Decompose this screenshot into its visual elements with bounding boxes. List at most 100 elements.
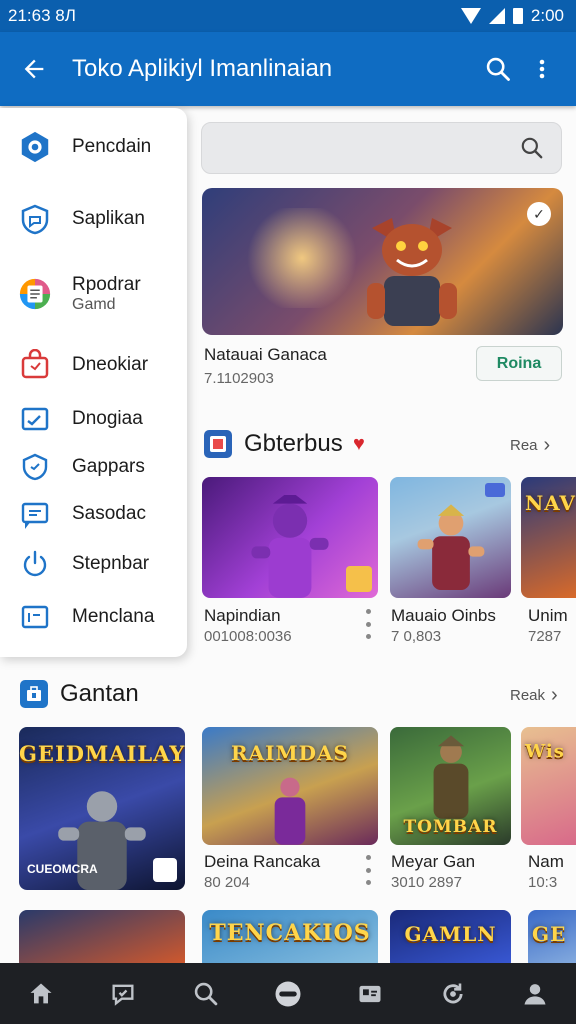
drawer-item-label: Saplikan <box>72 208 145 230</box>
game-card-image[interactable]: RAIMDAS <box>202 727 378 845</box>
drawer-item-pencdain[interactable]: Pencdain <box>0 130 187 164</box>
game-card-subtitle: 3010 2897 <box>391 874 462 891</box>
chevron-right-icon: › <box>543 434 551 456</box>
signal-icon <box>488 8 505 24</box>
app-title: Toko Aplikiyl Imanlinaian <box>72 55 333 82</box>
search-icon <box>194 982 218 1005</box>
nav-home-button[interactable] <box>19 972 63 1016</box>
nav-updates-button[interactable] <box>431 972 475 1016</box>
drawer-item-sasodac[interactable]: Sasodac <box>0 497 187 531</box>
game-card-image[interactable] <box>202 477 378 598</box>
game-card-subtitle: 7 0,803 <box>391 628 442 645</box>
shield-outline-icon <box>18 450 52 484</box>
chat-icon <box>112 984 134 1006</box>
chevron-right-icon: › <box>551 684 558 706</box>
wifi-icon <box>460 8 481 24</box>
game-card-image[interactable]: TOMBAR <box>390 727 511 845</box>
more-vertical-icon[interactable] <box>365 855 371 885</box>
section-more-link[interactable]: Reak › <box>510 684 558 707</box>
nav-profile-button[interactable] <box>513 972 557 1016</box>
status-time-right: 2:00 <box>530 6 564 25</box>
section-games-icon <box>204 430 232 458</box>
game-badge-icon <box>153 858 177 882</box>
search-icon <box>521 137 543 159</box>
more-vertical-icon[interactable] <box>365 609 371 639</box>
goblin-character-image <box>367 218 457 326</box>
wave-box-icon <box>18 402 52 436</box>
drawer-item-label: Rpodrar Gamd <box>72 274 141 314</box>
featured-subtitle: 7.1102903 <box>204 370 274 387</box>
game-card-title: Nam <box>528 852 564 871</box>
game-card-subtitle: 7287 <box>528 628 562 645</box>
nav-search-button[interactable] <box>184 972 228 1016</box>
search-icon <box>486 57 510 81</box>
camera-badge-icon <box>485 483 505 497</box>
colorful-doc-icon <box>18 277 52 311</box>
game-card-subtitle: 001008:0036 <box>204 628 292 645</box>
drawer-item-label: Sasodac <box>72 503 146 525</box>
drawer-item-label: Gappars <box>72 456 145 478</box>
drawer-item-label: Dnogiaa <box>72 408 143 430</box>
heart-icon: ♥ <box>353 433 365 455</box>
game-card-title: Mauaio Oinbs <box>391 606 496 625</box>
game-card-caption: CUEOMCRA <box>27 862 98 876</box>
tag-box-icon <box>18 600 52 634</box>
battery-icon <box>512 8 523 24</box>
shield-chat-icon <box>18 202 52 236</box>
drawer-item-label: Pencdain <box>72 136 152 158</box>
bottom-navigation <box>0 963 576 1024</box>
hexagon-icon <box>18 130 52 164</box>
arrow-left-icon <box>24 59 44 79</box>
nav-library-button[interactable] <box>348 972 392 1016</box>
section-bag-icon <box>20 680 48 708</box>
game-card-title: Unim <box>528 606 568 625</box>
game-card-image[interactable]: NAV <box>521 477 576 598</box>
drawer-item-stepnbar[interactable]: Stepnbar <box>0 547 187 581</box>
game-card-image[interactable] <box>19 910 185 970</box>
drawer-item-title: Rpodrar <box>72 274 141 295</box>
drawer-item-dneokiar[interactable]: Dneokiar <box>0 348 187 382</box>
drawer-item-rpodrar[interactable]: Rpodrar Gamd <box>0 274 187 314</box>
message-box-icon <box>18 497 52 531</box>
app-bar: Toko Aplikiyl Imanlinaian <box>0 32 576 106</box>
section-more-label: Reak <box>510 687 546 704</box>
game-card-image[interactable]: GAMLN <box>390 910 511 970</box>
nav-chat-button[interactable] <box>101 972 145 1016</box>
drawer-item-label: Stepnbar <box>72 553 150 575</box>
game-card-image[interactable]: GE <box>528 910 576 970</box>
status-time-left: 21:63 8Л <box>8 6 76 25</box>
drawer-item-label: Dneokiar <box>72 354 149 376</box>
library-icon <box>359 985 381 1002</box>
drawer-item-dnogiaa[interactable]: Dnogiaa <box>0 402 187 436</box>
section-title: Gbterbus <box>244 430 343 457</box>
check-badge-icon: ✓ <box>527 202 551 226</box>
game-card-subtitle: 10:3 <box>528 874 558 891</box>
status-icons: 2:00 <box>460 6 564 26</box>
section-more-label: Rea <box>510 437 538 454</box>
more-vertical-icon <box>539 59 545 79</box>
game-card-image[interactable]: Wis <box>521 727 576 845</box>
gamepad-icon <box>275 981 301 1006</box>
drawer-item-gappars[interactable]: Gappars <box>0 450 187 484</box>
section-title: Gantan <box>60 680 139 707</box>
drawer-item-saplikan[interactable]: Saplikan <box>0 202 187 236</box>
section-more-link[interactable]: Rea › <box>510 434 550 457</box>
featured-title: Natauai Ganaca <box>204 345 327 364</box>
overflow-menu-button[interactable] <box>520 47 564 91</box>
drawer-item-menclana[interactable]: Menclana <box>0 600 187 634</box>
game-card-image[interactable]: GEIDMAILAY CUEOMCRA <box>19 727 185 890</box>
game-card-image[interactable]: TENCAKIOS <box>202 910 378 970</box>
game-card-title: Deina Rancaka <box>204 852 321 871</box>
featured-banner-image[interactable]: ✓ <box>202 188 563 335</box>
search-input[interactable] <box>201 122 562 174</box>
home-icon <box>30 983 52 1003</box>
refresh-icon <box>442 983 463 1003</box>
game-card-image[interactable] <box>390 477 511 598</box>
power-icon <box>18 547 52 581</box>
game-card-title: Napindian <box>204 606 281 625</box>
featured-action-button[interactable]: Roina <box>476 346 562 381</box>
search-button[interactable] <box>476 47 520 91</box>
app-root: 21:63 8Л 2:00 Toko Aplikiyl Imanlinaian … <box>0 0 576 1024</box>
nav-games-button[interactable] <box>266 972 310 1016</box>
back-button[interactable] <box>12 47 56 91</box>
